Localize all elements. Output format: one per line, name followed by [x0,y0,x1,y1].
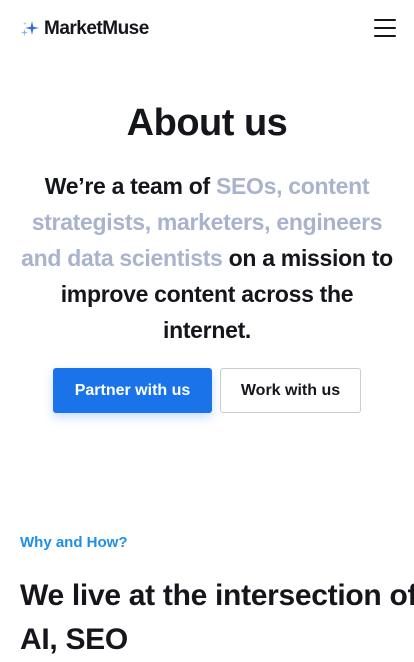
section-title: We live at the intersection of AI, SEO [20,579,414,656]
section-eyebrow: Why and How? [20,534,128,551]
hamburger-icon-line [374,19,396,21]
hamburger-icon-line [374,35,396,37]
marketmuse-logo[interactable]: MarketMuse [20,17,149,41]
sparkle-icon [21,21,39,36]
hamburger-menu-button[interactable] [374,17,396,37]
partner-with-us-button[interactable]: Partner with us [53,368,212,413]
hero-description: We’re a team of SEOs, content strategist… [18,168,396,348]
hero-actions: Partner with us Work with us [0,368,414,414]
hero-text-start: We’re a team of [44,173,216,199]
site-header: MarketMuse [0,0,414,58]
work-with-us-button[interactable]: Work with us [220,368,361,413]
hamburger-icon-line [374,27,396,29]
page-title: About us [126,102,288,144]
logo-text: MarketMuse [44,18,149,39]
